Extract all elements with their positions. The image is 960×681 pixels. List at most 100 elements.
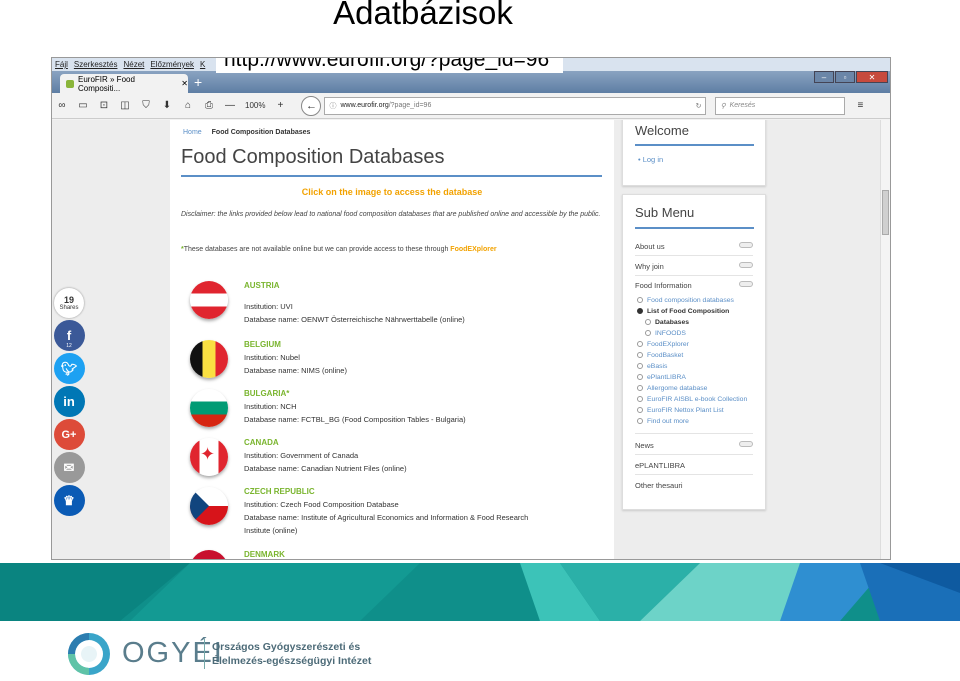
belgium-flag-icon[interactable] [190,340,228,378]
denmark-flag-icon[interactable] [190,550,228,559]
foodexplorer-link[interactable]: FoodEXplorer [450,246,496,253]
country-name: AUSTRIA [244,281,280,290]
email-icon: ✉ [63,459,75,475]
browser-screenshot: Fájl Szerkesztés Nézet Előzmények K Euro… [51,57,891,560]
search-input[interactable]: ⚲ Keresés [715,96,846,115]
maximize-button[interactable]: ▫ [835,71,855,83]
linkedin-icon: in [63,394,75,409]
sub-ebasis[interactable]: eBasis [637,363,667,370]
database-text: Database name: OENWT Österreichische Näh… [244,315,465,324]
home-icon[interactable]: ⌂ [182,100,194,111]
decorative-band [0,563,960,621]
sub-infoods[interactable]: INFOODS [645,330,686,337]
sub-foodexplorer[interactable]: FoodEXplorer [637,341,689,348]
close-tab-icon[interactable]: ✕ [181,79,188,88]
menu-edit[interactable]: Szerkesztés [74,60,118,69]
web-page: Home Food Composition Databases Food Com… [52,120,880,559]
menu-history[interactable]: Előzmények [150,60,194,69]
back-button[interactable]: ← [301,95,322,116]
sub-allergome-database[interactable]: Allergome database [637,385,707,392]
breadcrumb-home-link[interactable]: Home [183,129,202,136]
ogyei-logo-icon [68,633,110,675]
sidebar-icon[interactable]: ▭ [77,100,89,111]
email-share-button[interactable]: ✉ [53,452,85,483]
welcome-title: Welcome [635,123,689,138]
submenu-other-thesauri[interactable]: Other thesauri [635,481,753,490]
navigation-toolbar: ∞ ▭ ⊡ ◫ ⛉ ⬇ ⌂ ⎙ — 100% + ← ⓘ www.eurofir… [52,93,890,119]
download-icon[interactable]: ⬇ [161,100,173,111]
search-icon: ⚲ [720,102,726,110]
collapse-toggle-icon[interactable] [739,281,753,287]
facebook-share-button[interactable]: f 12 [53,320,85,351]
browser-tab[interactable]: EuroFIR » Food Compositi... ✕ [60,74,188,93]
hamburger-menu-icon[interactable]: ≡ [854,100,866,111]
submenu-underline [635,227,754,229]
url-host: www.eurofir.org [340,102,389,109]
reader-icon[interactable]: ◫ [119,100,131,111]
country-name: BULGARIA* [244,389,290,398]
sub-ebook-collection[interactable]: EuroFIR AISBL e-book Collection [637,396,747,403]
maple-leaf-icon: ✦ [200,444,216,464]
more-share-button[interactable]: ♛ [53,485,85,516]
welcome-underline [635,144,754,146]
submenu-news[interactable]: News [635,441,753,450]
url-bar[interactable]: ⓘ www.eurofir.org/?page_id=96 ↻ [324,96,707,115]
print-icon[interactable]: ⎙ [203,100,215,111]
twitter-share-button[interactable]: 🐦︎ [53,353,85,384]
expand-toggle-icon[interactable] [739,441,753,447]
submenu-food-information[interactable]: Food Information [635,281,753,290]
institution-text: Institution: Nubel [244,353,300,362]
menu-bookmarks[interactable]: K [200,60,205,69]
country-entry-austria: AUSTRIA Institution: UVI Database name: … [170,281,614,329]
screenshot-icon[interactable]: ⊡ [98,100,110,111]
menu-view[interactable]: Nézet [123,60,144,69]
breadcrumb: Home Food Composition Databases [183,129,310,136]
country-entry-czech-republic: CZECH REPUBLIC Institution: Czech Food C… [170,487,614,535]
country-entry-belgium: BELGIUM Institution: Nubel Database name… [170,340,614,388]
institution-text: Institution: UVI [244,302,293,311]
menu-file[interactable]: Fájl [55,60,68,69]
slide-title: Adatbázisok [333,0,513,31]
expand-toggle-icon[interactable] [739,262,753,268]
zoom-in-icon[interactable]: + [274,100,286,111]
zoom-out-icon[interactable]: — [224,100,236,111]
info-icon[interactable]: ⓘ [329,101,336,111]
zoom-level[interactable]: 100% [245,101,265,110]
sub-food-composition-databases[interactable]: Food composition databases [637,297,734,304]
database-text: Database name: Canadian Nutrient Files (… [244,464,407,473]
sub-find-out-more[interactable]: Find out more [637,418,689,425]
new-tab-button[interactable]: + [194,74,202,90]
sub-eplantlibra[interactable]: ePlantLIBRA [637,374,686,381]
main-content: Home Food Composition Databases Food Com… [170,120,614,559]
favicon-icon [66,79,74,88]
pocket-icon[interactable]: ∞ [56,100,68,111]
submenu-about-us[interactable]: About us [635,242,753,251]
bulgaria-flag-icon[interactable] [190,389,228,427]
facebook-icon: f [66,328,72,343]
canada-flag-icon[interactable]: ✦ [190,438,228,476]
database-text: Database name: FCTBL_BG (Food Compositio… [244,415,466,424]
sub-list-of-food-composition[interactable]: List of Food Composition [637,308,729,315]
login-link[interactable]: • Log in [638,155,663,164]
shield-icon[interactable]: ⛉ [140,100,152,111]
vertical-scrollbar[interactable] [880,120,890,559]
austria-flag-icon[interactable] [190,281,228,319]
scrollbar-thumb[interactable] [882,190,889,235]
submenu-eplantlibra[interactable]: ePLANTLIBRA [635,461,753,470]
reload-icon[interactable]: ↻ [696,102,706,110]
disclaimer-text: Disclaimer: the links provided below lea… [181,211,601,218]
database-text: Database name: Institute of Agricultural… [244,513,529,522]
institution-text: Institution: Czech Food Composition Data… [244,500,399,509]
database-text: Database name: NIMS (online) [244,366,347,375]
sub-nettox-plant-list[interactable]: EuroFIR Nettox Plant List [637,407,724,414]
googleplus-share-button[interactable]: G+ [53,419,85,450]
twitter-icon: 🐦︎ [60,360,78,376]
close-window-button[interactable]: ✕ [856,71,888,83]
expand-toggle-icon[interactable] [739,242,753,248]
linkedin-share-button[interactable]: in [53,386,85,417]
minimize-button[interactable]: – [814,71,834,83]
sub-foodbasket[interactable]: FoodBasket [637,352,683,359]
czech-flag-icon[interactable] [190,487,228,525]
submenu-why-join[interactable]: Why join [635,262,753,271]
country-name: CANADA [244,438,279,447]
